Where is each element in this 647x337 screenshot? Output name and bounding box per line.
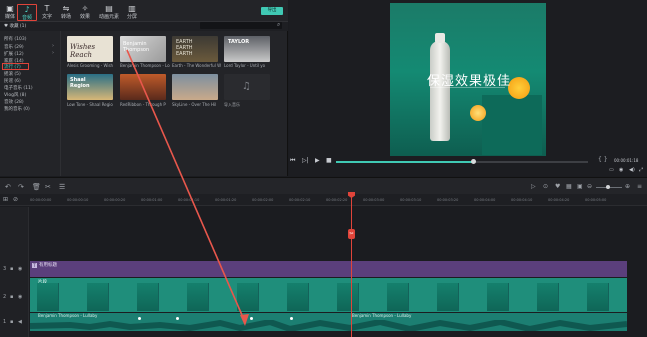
annotation-arrow [126,49,249,326]
